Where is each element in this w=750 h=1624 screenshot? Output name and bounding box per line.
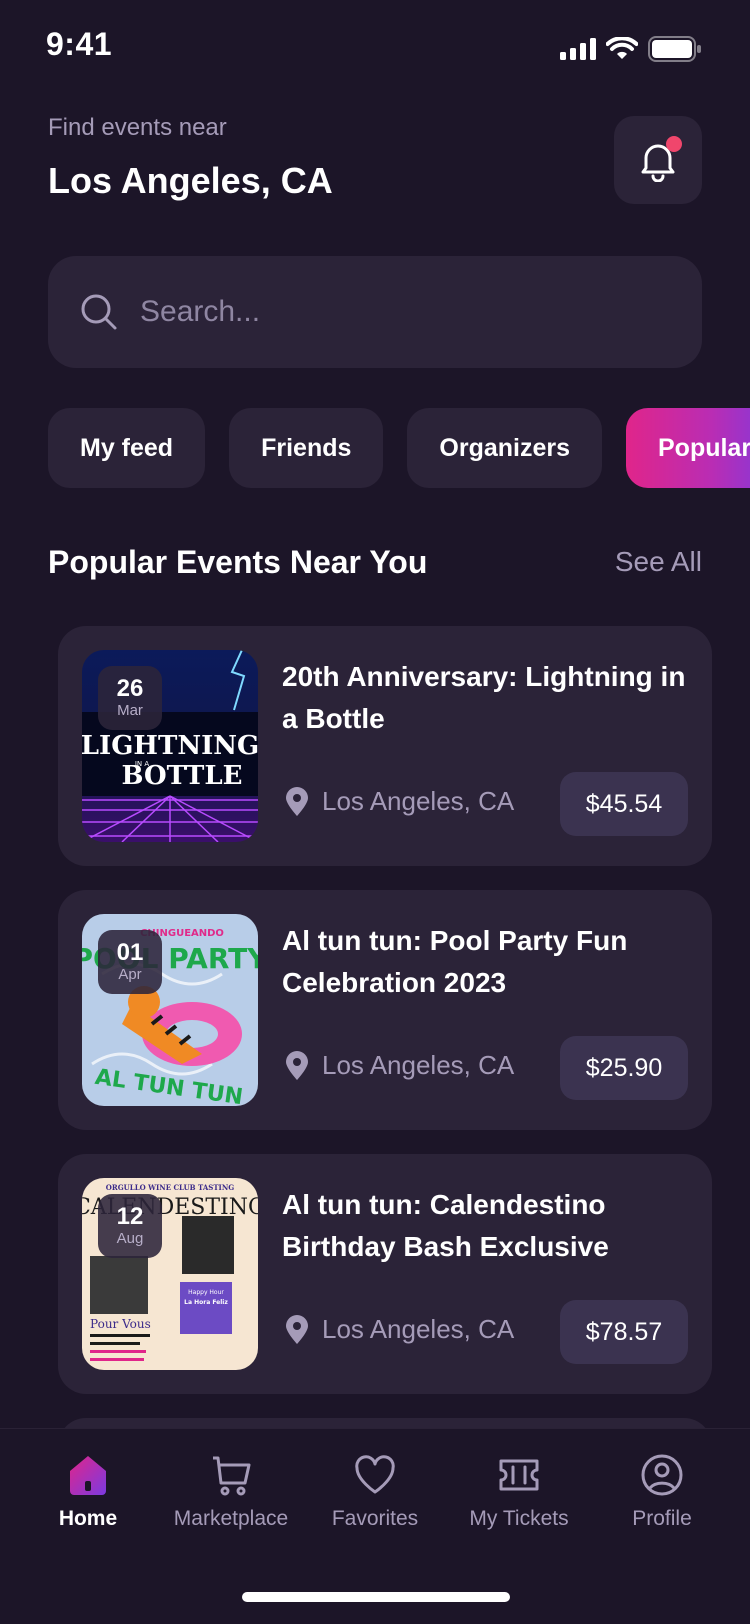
location-pin-icon — [286, 786, 308, 816]
event-location: Los Angeles, CA — [284, 1314, 514, 1345]
wifi-icon — [606, 37, 638, 59]
notifications-button[interactable] — [614, 116, 702, 204]
section-title: Popular Events Near You — [48, 544, 428, 580]
home-icon — [70, 1456, 106, 1495]
signal-icon — [560, 38, 596, 60]
date-badge: 12 Aug — [98, 1194, 162, 1258]
filter-chips: My feed Friends Organizers Popular — [48, 408, 750, 488]
event-list: LIGHTNING IN A BOTTLE 26 Mar 20th Annive… — [58, 626, 712, 1418]
heart-icon — [355, 1455, 395, 1494]
status-icons — [560, 36, 702, 62]
nav-label: My Tickets — [469, 1507, 569, 1530]
event-location-text: Los Angeles, CA — [322, 1050, 515, 1080]
price-tag: $25.90 — [560, 1036, 688, 1100]
notification-dot — [666, 136, 682, 152]
chip-popular[interactable]: Popular — [626, 408, 750, 488]
poster-text: LIGHTNING — [82, 731, 258, 761]
nav-label: Profile — [632, 1507, 692, 1530]
event-title: 20th Anniversary: Lightning in a Bottle — [282, 661, 686, 734]
date-month: Aug — [116, 1230, 144, 1247]
chip-my-feed[interactable]: My feed — [48, 408, 206, 488]
event-title: Al tun tun: Calendestino Birthday Bash E… — [282, 1189, 609, 1262]
nav-label: Favorites — [331, 1507, 419, 1530]
poster-text: La Hora Feliz — [184, 1299, 228, 1306]
date-day: 01 — [116, 939, 144, 966]
location-pin-icon — [286, 1314, 308, 1344]
date-month: Apr — [118, 966, 142, 983]
date-day: 26 — [116, 675, 144, 702]
poster-text: ORGULLO WINE CLUB TASTING — [106, 1183, 234, 1192]
date-month: Mar — [117, 702, 143, 719]
event-title: Al tun tun: Pool Party Fun Celebration 2… — [282, 925, 628, 998]
poster-text: BOTTLE — [122, 761, 243, 791]
price-tag: $45.54 — [560, 772, 688, 836]
date-day: 12 — [116, 1203, 144, 1230]
poster-text: Pour Vous — [90, 1317, 151, 1331]
poster-text: Happy Hour — [188, 1289, 224, 1296]
nav-label: Home — [58, 1507, 118, 1530]
see-all-link[interactable]: See All — [615, 546, 702, 578]
chip-friends[interactable]: Friends — [229, 408, 384, 488]
date-badge: 26 Mar — [98, 666, 162, 730]
date-badge: 01 Apr — [98, 930, 162, 994]
location-selector[interactable]: Los Angeles, CA — [48, 160, 333, 202]
cart-icon — [213, 1456, 251, 1496]
ticket-icon — [499, 1459, 539, 1491]
status-time: 9:41 — [46, 26, 113, 62]
location-label: Find events near — [48, 114, 227, 141]
nav-home[interactable]: Home — [18, 1453, 158, 1531]
event-card[interactable]: CHINGUEANDO POOL PARTY AL TUN TUN 01 Apr… — [58, 890, 712, 1130]
event-card[interactable]: ORGULLO WINE CLUB TASTING CALENDESTINO H… — [58, 1154, 712, 1394]
home-indicator — [242, 1592, 510, 1602]
event-card[interactable]: LIGHTNING IN A BOTTLE 26 Mar 20th Annive… — [58, 626, 712, 866]
search-bar[interactable] — [48, 256, 702, 368]
event-location-text: Los Angeles, CA — [322, 786, 515, 816]
price-tag: $78.57 — [560, 1300, 688, 1364]
nav-marketplace[interactable]: Marketplace — [161, 1453, 301, 1531]
event-location: Los Angeles, CA — [284, 786, 514, 817]
nav-favorites[interactable]: Favorites — [305, 1453, 445, 1531]
nav-label: Marketplace — [173, 1507, 289, 1530]
status-bar: 9:41 — [0, 0, 750, 96]
nav-profile[interactable]: Profile — [592, 1453, 732, 1531]
event-location-text: Los Angeles, CA — [322, 1314, 515, 1344]
battery-icon — [648, 36, 701, 62]
profile-icon — [641, 1454, 683, 1496]
event-location: Los Angeles, CA — [284, 1050, 514, 1081]
search-icon — [81, 294, 117, 330]
nav-my-tickets[interactable]: My Tickets — [449, 1453, 589, 1531]
search-input[interactable] — [140, 295, 640, 329]
location-pin-icon — [286, 1050, 308, 1080]
chip-organizers[interactable]: Organizers — [407, 408, 602, 488]
